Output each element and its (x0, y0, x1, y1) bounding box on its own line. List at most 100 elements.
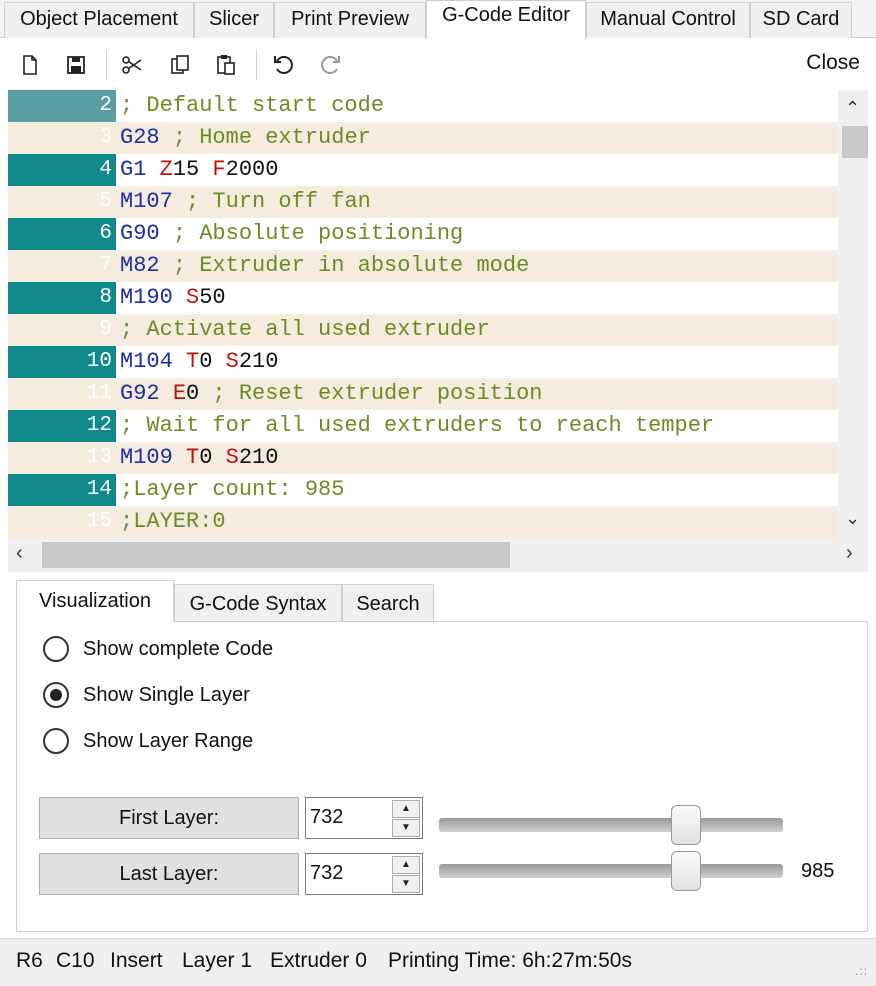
vertical-scroll-thumb[interactable] (842, 126, 868, 158)
gcode-command: M104 (120, 349, 173, 374)
resize-grip-icon[interactable]: .:: (855, 964, 868, 978)
save-icon[interactable] (62, 51, 90, 79)
line-number: 13 (86, 446, 112, 469)
gcode-comment: ;LAYER:0 (120, 509, 226, 534)
status-bar: R6 C10 Insert Layer 1 Extruder 0 Printin… (0, 938, 876, 986)
last-layer-spinbox[interactable]: 732 ▲ ▼ (305, 853, 423, 895)
code-text: G28 ; Home extruder (120, 122, 371, 154)
line-number: 8 (99, 286, 112, 309)
code-line: 13 M109 T0 S210 (8, 442, 838, 474)
gcode-comment: ; Reset extruder position (212, 381, 543, 406)
status-extruder: Extruder 0 (270, 949, 367, 972)
scroll-up-icon[interactable]: ⌃ (845, 98, 860, 119)
gcode-command: M190 (120, 285, 173, 310)
show-single-layer-option[interactable]: Show Single Layer (43, 681, 250, 709)
code-line: 5 M107 ; Turn off fan (8, 186, 838, 218)
undo-icon[interactable] (270, 51, 298, 79)
option-label: Show complete Code (83, 637, 274, 660)
cut-icon[interactable] (118, 51, 146, 79)
main-tab-bar: Object Placement Slicer Print Preview G-… (0, 0, 876, 39)
first-layer-slider[interactable] (439, 818, 783, 832)
gcode-parameter-value: 210 (238, 349, 279, 374)
code-line: 14 ;Layer count: 985 (8, 474, 838, 506)
paste-icon[interactable] (212, 51, 240, 79)
tab-print-preview[interactable]: Print Preview (274, 2, 426, 38)
tab-slicer[interactable]: Slicer (194, 2, 274, 38)
last-layer-value[interactable]: 732 (310, 862, 343, 885)
tab-manual-control[interactable]: Manual Control (586, 2, 750, 38)
gcode-command: M107 (120, 189, 173, 214)
vertical-scrollbar[interactable]: ⌃ ⌄ (838, 90, 868, 538)
first-layer-value[interactable]: 732 (310, 806, 343, 829)
gcode-comment: ; Default start code (120, 93, 385, 118)
show-layer-range-option[interactable]: Show Layer Range (43, 727, 253, 755)
radio-button[interactable] (43, 728, 69, 754)
code-line: 7 M82 ; Extruder in absolute mode (8, 250, 838, 282)
horizontal-scrollbar[interactable]: ‹ › (8, 538, 868, 572)
close-button[interactable]: Close (806, 51, 860, 75)
editor-options-panel: Visualization G-Code Syntax Search Show … (8, 580, 868, 932)
line-number: 2 (8, 90, 116, 122)
tab-search[interactable]: Search (342, 584, 434, 622)
horizontal-scroll-thumb[interactable] (42, 542, 510, 568)
scroll-left-icon[interactable]: ‹ (16, 542, 23, 565)
code-text: G90 ; Absolute positioning (120, 218, 463, 250)
gcode-editor[interactable]: 2 ; Default start code 3 G28 ; Home extr… (8, 90, 868, 538)
line-number: 14 (86, 478, 112, 501)
line-number: 9 (99, 318, 112, 341)
line-number: 4 (99, 158, 112, 181)
gcode-parameter-value: 2000 (225, 157, 279, 182)
gcode-command: G1 (120, 157, 147, 182)
gcode-parameter-letter: S (225, 445, 239, 470)
code-text: ; Default start code (120, 90, 384, 122)
first-layer-button[interactable]: First Layer: (39, 797, 299, 839)
decrement-icon[interactable]: ▼ (392, 819, 420, 837)
scroll-down-icon[interactable]: ⌄ (845, 508, 860, 529)
tab-gcode-syntax[interactable]: G-Code Syntax (174, 584, 342, 622)
decrement-icon[interactable]: ▼ (392, 875, 420, 893)
tab-gcode-editor[interactable]: G-Code Editor (426, 0, 586, 39)
tab-visualization[interactable]: Visualization (16, 580, 174, 622)
gcode-command: G92 (120, 381, 160, 406)
new-file-icon[interactable] (16, 51, 44, 79)
gcode-comment: ; Wait for all used extruders to reach t… (120, 413, 715, 438)
first-layer-slider-thumb[interactable] (671, 805, 701, 845)
gcode-parameter-letter: Z (159, 157, 173, 182)
radio-button[interactable] (43, 682, 69, 708)
gcode-parameter-value: 0 (199, 445, 213, 470)
gcode-comment: ; Home extruder (172, 125, 371, 150)
code-line: 4 G1 Z15 F2000 (8, 154, 838, 186)
last-layer-slider-thumb[interactable] (671, 851, 701, 891)
code-line: 9 ; Activate all used extruder (8, 314, 838, 346)
scroll-right-icon[interactable]: › (846, 542, 853, 565)
tab-object-placement[interactable]: Object Placement (4, 2, 194, 38)
code-line: 8 M190 S50 (8, 282, 838, 314)
code-text: M104 T0 S210 (120, 346, 278, 378)
code-line: 3 G28 ; Home extruder (8, 122, 838, 154)
gcode-command: M109 (120, 445, 173, 470)
show-complete-code-option[interactable]: Show complete Code (43, 635, 273, 663)
last-layer-button[interactable]: Last Layer: (39, 853, 299, 895)
status-column: C10 (56, 949, 95, 972)
gcode-command: M82 (120, 253, 160, 278)
tab-sd-card[interactable]: SD Card (750, 2, 852, 38)
copy-icon[interactable] (166, 51, 194, 79)
gcode-parameter-letter: T (186, 445, 200, 470)
max-layer-label: 985 (801, 860, 835, 882)
gcode-parameter-letter: S (225, 349, 239, 374)
last-layer-slider[interactable] (439, 864, 783, 878)
code-text: ;LAYER:0 (120, 506, 226, 538)
redo-icon[interactable] (316, 51, 344, 79)
status-layer: Layer 1 (182, 949, 253, 972)
increment-icon[interactable]: ▲ (392, 800, 420, 818)
first-layer-spinbox[interactable]: 732 ▲ ▼ (305, 797, 423, 839)
increment-icon[interactable]: ▲ (392, 856, 420, 874)
gcode-parameter-value: 15 (172, 157, 200, 182)
gcode-comment: ; Absolute positioning (172, 221, 464, 246)
line-number: 6 (99, 222, 112, 245)
code-line: 10 M104 T0 S210 (8, 346, 838, 378)
code-text: G92 E0 ; Reset extruder position (120, 378, 542, 410)
radio-button[interactable] (43, 636, 69, 662)
code-text: ; Activate all used extruder (120, 314, 490, 346)
code-text: M190 S50 (120, 282, 226, 314)
